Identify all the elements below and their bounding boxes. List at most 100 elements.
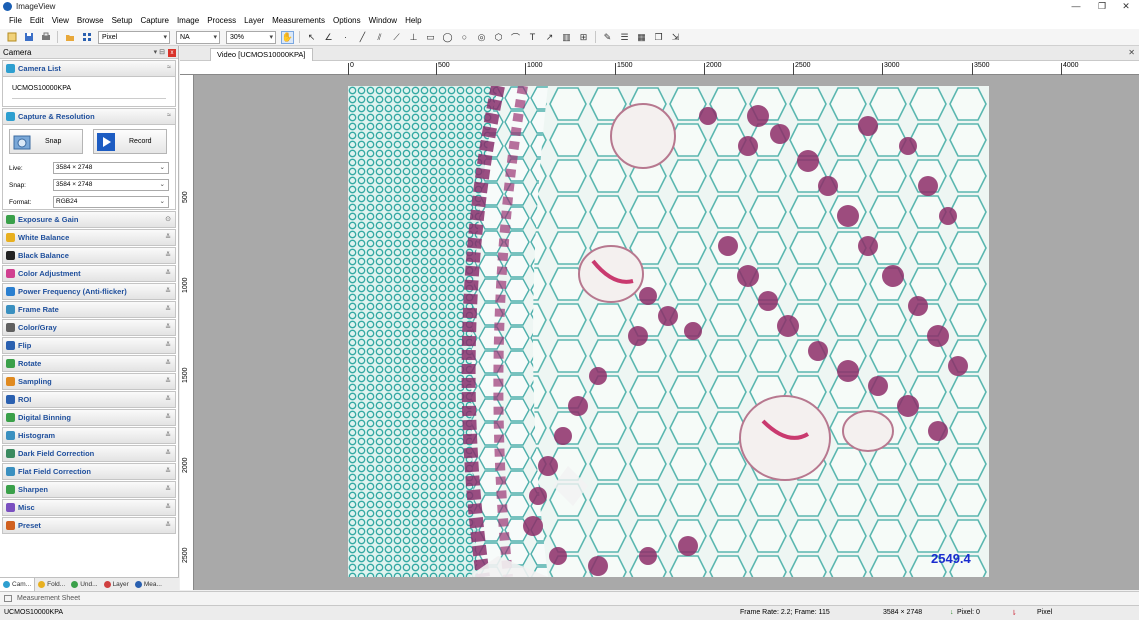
- menu-setup[interactable]: Setup: [108, 13, 137, 29]
- expand-icon[interactable]: ≚: [165, 269, 171, 277]
- expand-icon[interactable]: ≚: [165, 251, 171, 259]
- menu-window[interactable]: Window: [365, 13, 401, 29]
- expand-icon[interactable]: ≚: [165, 521, 171, 529]
- line-icon[interactable]: ╱: [356, 31, 369, 44]
- snap-resolution-select[interactable]: 3584 × 2748 ⌄: [53, 179, 169, 191]
- scale-bar-icon[interactable]: ▥: [560, 31, 573, 44]
- format-select[interactable]: RGB24 ⌄: [53, 196, 169, 208]
- panel-tab-3[interactable]: Layer: [101, 580, 132, 588]
- expand-icon[interactable]: ≚: [165, 413, 171, 421]
- angle-icon[interactable]: ∠: [322, 31, 335, 44]
- measurement-sheet-bar[interactable]: Measurement Sheet: [0, 591, 1139, 605]
- section-flat-field-correction[interactable]: Flat Field Correction ≚: [2, 463, 176, 480]
- curve-icon[interactable]: ⌒: [509, 31, 522, 44]
- collapse-icon[interactable]: ≈: [167, 64, 171, 71]
- menu-file[interactable]: File: [5, 13, 26, 29]
- panel-tab-2[interactable]: Und...: [68, 580, 100, 588]
- expand-icon[interactable]: ≚: [165, 503, 171, 511]
- snap-button[interactable]: Snap: [9, 129, 83, 154]
- panel-tab-4[interactable]: Mea...: [132, 580, 165, 588]
- expand-icon[interactable]: ≚: [165, 431, 171, 439]
- parallel-line-icon[interactable]: ⫽: [373, 31, 386, 44]
- section-color-adjustment[interactable]: Color Adjustment ≚: [2, 265, 176, 282]
- polyline-icon[interactable]: ⟋: [390, 31, 403, 44]
- menu-capture[interactable]: Capture: [136, 13, 172, 29]
- section-roi[interactable]: ROI ≚: [2, 391, 176, 408]
- menu-options[interactable]: Options: [329, 13, 365, 29]
- expand-icon[interactable]: ≚: [165, 485, 171, 493]
- expand-icon[interactable]: ≚: [165, 323, 171, 331]
- grid-icon[interactable]: [80, 31, 93, 44]
- menu-help[interactable]: Help: [401, 13, 425, 29]
- record-button[interactable]: Record: [93, 129, 167, 154]
- circle-icon[interactable]: ○: [458, 31, 471, 44]
- live-resolution-select[interactable]: 3584 × 2748 ⌄: [53, 162, 169, 174]
- microscope-image[interactable]: 2549.4: [348, 86, 989, 577]
- print-icon[interactable]: [39, 31, 52, 44]
- section-camera-list[interactable]: Camera List ≈: [2, 60, 176, 77]
- menu-browse[interactable]: Browse: [73, 13, 108, 29]
- expand-icon[interactable]: ≚: [165, 341, 171, 349]
- perpendicular-icon[interactable]: ⊥: [407, 31, 420, 44]
- expand-icon[interactable]: ≚: [165, 449, 171, 457]
- section-capture-resolution[interactable]: Capture & Resolution ≈: [2, 108, 176, 125]
- menu-layer[interactable]: Layer: [240, 13, 268, 29]
- hand-pan-icon[interactable]: ✋: [281, 30, 294, 44]
- menu-image[interactable]: Image: [173, 13, 203, 29]
- expand-icon[interactable]: ≚: [165, 467, 171, 475]
- image-canvas[interactable]: 2549.4: [195, 76, 1139, 590]
- section-dark-field-correction[interactable]: Dark Field Correction ≚: [2, 445, 176, 462]
- folder-icon[interactable]: [63, 31, 76, 44]
- section-preset[interactable]: Preset ≚: [2, 517, 176, 534]
- section-color-gray[interactable]: Color/Gray ≚: [2, 319, 176, 336]
- section-flip[interactable]: Flip ≚: [2, 337, 176, 354]
- expand-icon[interactable]: ≚: [165, 395, 171, 403]
- panel-close-icon[interactable]: x: [168, 49, 176, 57]
- section-histogram[interactable]: Histogram ≚: [2, 427, 176, 444]
- expand-icon[interactable]: ≚: [165, 359, 171, 367]
- minimize-button[interactable]: —: [1063, 0, 1089, 13]
- highlight-icon[interactable]: ✎: [601, 31, 614, 44]
- rectangle-icon[interactable]: ▭: [424, 31, 437, 44]
- section-frame-rate[interactable]: Frame Rate ≚: [2, 301, 176, 318]
- section-digital-binning[interactable]: Digital Binning ≚: [2, 409, 176, 426]
- menu-process[interactable]: Process: [203, 13, 240, 29]
- measurement-overlay[interactable]: 2549.4: [931, 551, 971, 566]
- copy-icon[interactable]: ❐: [652, 31, 665, 44]
- expand-icon[interactable]: ≚: [165, 287, 171, 295]
- unit-select[interactable]: Pixel ▾: [98, 30, 170, 44]
- new-icon[interactable]: [5, 31, 18, 44]
- layout-icon[interactable]: ▦: [635, 31, 648, 44]
- pin-icon[interactable]: ⊟: [159, 49, 165, 56]
- polygon-icon[interactable]: ⬡: [492, 31, 505, 44]
- section-white-balance[interactable]: White Balance ≚: [2, 229, 176, 246]
- align-icon[interactable]: ☰: [618, 31, 631, 44]
- section-rotate[interactable]: Rotate ≚: [2, 355, 176, 372]
- menu-view[interactable]: View: [48, 13, 73, 29]
- menu-edit[interactable]: Edit: [26, 13, 48, 29]
- zoom-select[interactable]: 30% ▾: [226, 30, 276, 44]
- close-icon[interactable]: ✕: [1128, 48, 1135, 57]
- tab-video[interactable]: Video [UCMOS10000KPA]: [210, 48, 313, 61]
- expand-icon[interactable]: ≚: [165, 233, 171, 241]
- expand-icon[interactable]: ≚: [165, 305, 171, 313]
- select-arrow-icon[interactable]: ↖: [305, 31, 318, 44]
- text-icon[interactable]: T: [526, 31, 539, 44]
- section-power-frequency-anti-flicker[interactable]: Power Frequency (Anti-flicker) ≚: [2, 283, 176, 300]
- save-icon[interactable]: [22, 31, 35, 44]
- export-icon[interactable]: ⇲: [669, 31, 682, 44]
- section-misc[interactable]: Misc ≚: [2, 499, 176, 516]
- expand-icon[interactable]: ≚: [165, 377, 171, 385]
- section-sampling[interactable]: Sampling ≚: [2, 373, 176, 390]
- panel-tab-1[interactable]: Fold...: [35, 580, 68, 588]
- ellipse-icon[interactable]: ◯: [441, 31, 454, 44]
- section-sharpen[interactable]: Sharpen ≚: [2, 481, 176, 498]
- section-black-balance[interactable]: Black Balance ≚: [2, 247, 176, 264]
- calibrate-icon[interactable]: ⊞: [577, 31, 590, 44]
- arrow-icon[interactable]: ↗: [543, 31, 556, 44]
- maximize-button[interactable]: ❐: [1089, 0, 1115, 13]
- point-icon[interactable]: ·: [339, 31, 352, 44]
- menu-measurements[interactable]: Measurements: [268, 13, 329, 29]
- section-exposure-gain[interactable]: Exposure & Gain ⊙: [2, 211, 176, 228]
- calibration-select[interactable]: NA ▾: [176, 30, 220, 44]
